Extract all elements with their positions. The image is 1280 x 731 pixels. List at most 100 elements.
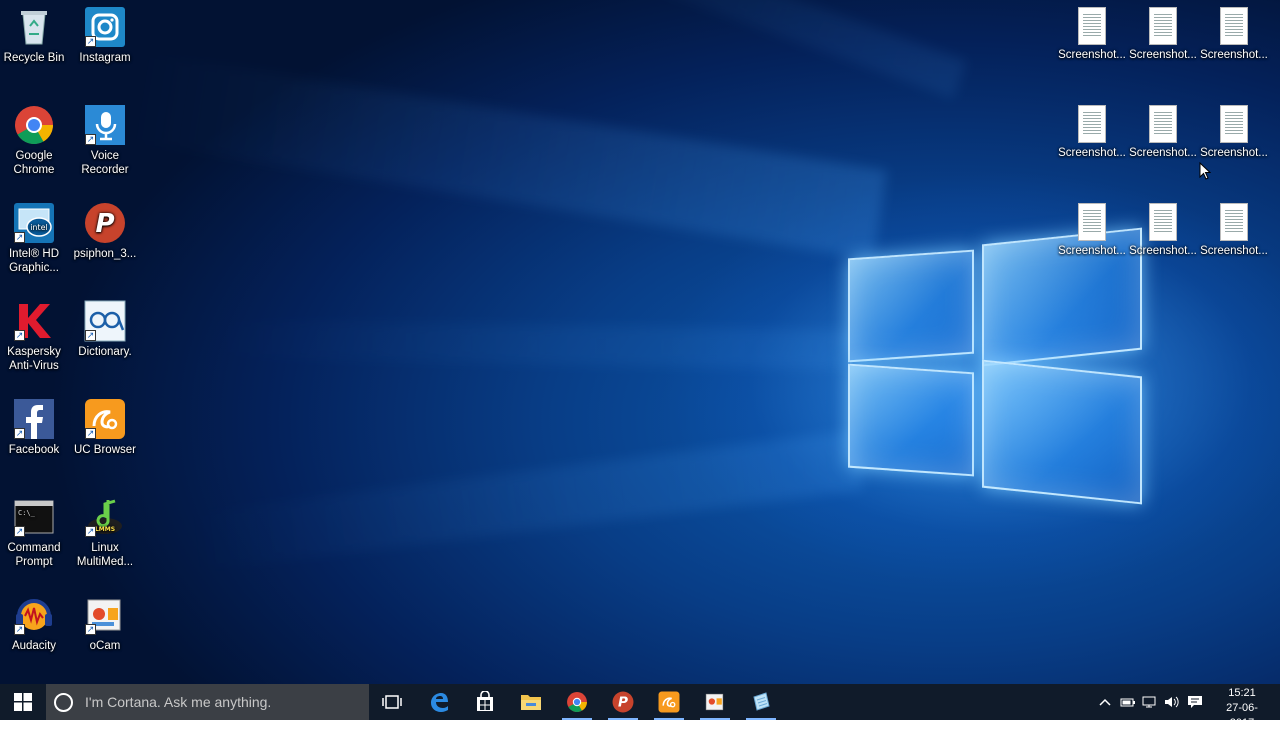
icon-label: Screenshot... bbox=[1200, 245, 1268, 257]
icon-label: Audacity bbox=[11, 640, 57, 652]
network-icon bbox=[1142, 696, 1156, 708]
tray-volume[interactable] bbox=[1162, 684, 1182, 720]
desktop-icon-audacity[interactable]: ↗ Audacity bbox=[0, 594, 69, 653]
taskbar-ocam[interactable] bbox=[692, 684, 738, 720]
svg-text:C:\_: C:\_ bbox=[18, 509, 36, 517]
desktop-icon-facebook[interactable]: ↗ Facebook bbox=[0, 398, 69, 457]
icon-label: Intel® HD Graphic... bbox=[8, 248, 59, 274]
image-file-icon bbox=[1079, 106, 1105, 142]
svg-text:P: P bbox=[618, 695, 628, 711]
windows-logo-pane bbox=[982, 359, 1142, 505]
voice-recorder-icon: ↗ bbox=[84, 104, 126, 146]
mouse-cursor-icon bbox=[1199, 162, 1211, 180]
taskbar-store[interactable] bbox=[462, 684, 508, 720]
desktop-icon-screenshot[interactable]: Screenshot... bbox=[1199, 102, 1269, 160]
desktop-icon-linux-multimedia[interactable]: LMMS ↗ Linux MultiMed... bbox=[70, 496, 140, 569]
uc-browser-icon: ↗ bbox=[84, 398, 126, 440]
desktop-icon-recycle-bin[interactable]: Recycle Bin bbox=[0, 6, 69, 65]
image-file-icon bbox=[1150, 204, 1176, 240]
tray-network[interactable] bbox=[1140, 684, 1160, 720]
icon-label: Screenshot... bbox=[1200, 49, 1268, 61]
desktop-icon-screenshot[interactable]: Screenshot... bbox=[1057, 102, 1127, 160]
windows-logo-pane bbox=[848, 249, 974, 363]
task-view-button[interactable] bbox=[369, 684, 415, 720]
taskbar-chrome[interactable] bbox=[554, 684, 600, 720]
taskbar-uc-browser[interactable] bbox=[646, 684, 692, 720]
instagram-icon: ↗ bbox=[84, 6, 126, 48]
clock-date: 27-06-2017 bbox=[1226, 702, 1258, 729]
intel-graphics-icon: intel ↗ bbox=[13, 202, 55, 244]
desktop-icon-google-chrome[interactable]: Google Chrome bbox=[0, 104, 69, 177]
image-file-icon bbox=[1150, 106, 1176, 142]
taskbar-clock[interactable]: 15:21 27-06-2017 bbox=[1214, 686, 1270, 731]
taskbar: P 15:21 27-06-2017 bbox=[0, 684, 1280, 729]
desktop-icon-intel-graphics[interactable]: intel ↗ Intel® HD Graphic... bbox=[0, 202, 69, 275]
icon-label: UC Browser bbox=[74, 444, 136, 456]
ocam-icon: ↗ bbox=[84, 594, 126, 636]
facebook-icon: ↗ bbox=[13, 398, 55, 440]
cortana-icon bbox=[54, 692, 73, 712]
desktop-icon-instagram[interactable]: ↗ Instagram bbox=[70, 6, 140, 65]
notification-icon bbox=[1188, 696, 1202, 708]
desktop-icon-psiphon[interactable]: P psiphon_3... bbox=[70, 202, 140, 261]
desktop-icon-screenshot[interactable]: Screenshot... bbox=[1199, 4, 1269, 62]
speaker-icon bbox=[1165, 696, 1179, 708]
svg-text:LMMS: LMMS bbox=[95, 526, 115, 533]
image-file-icon bbox=[1150, 8, 1176, 44]
taskbar-file-explorer[interactable] bbox=[508, 684, 554, 720]
edge-icon bbox=[431, 693, 448, 712]
psiphon-icon: P bbox=[612, 691, 634, 713]
desktop-icon-screenshot[interactable]: Screenshot... bbox=[1128, 4, 1198, 62]
chrome-icon bbox=[13, 104, 55, 146]
wallpaper-beam bbox=[199, 318, 861, 370]
icon-label: Instagram bbox=[79, 52, 131, 64]
icon-label: Screenshot... bbox=[1129, 147, 1197, 159]
chrome-icon bbox=[567, 692, 587, 712]
chevron-up-icon bbox=[1099, 698, 1111, 706]
svg-text:P: P bbox=[95, 209, 114, 239]
desktop-icon-screenshot[interactable]: Screenshot... bbox=[1128, 102, 1198, 160]
desktop-icon-voice-recorder[interactable]: ↗ Voice Recorder bbox=[70, 104, 140, 177]
desktop-icon-screenshot[interactable]: Screenshot... bbox=[1057, 200, 1127, 258]
wallpaper-beam bbox=[426, 0, 967, 99]
show-hidden-icons-button[interactable] bbox=[1096, 684, 1114, 720]
icon-label: Kaspersky Anti-Virus bbox=[7, 346, 61, 372]
cortana-search-input[interactable] bbox=[83, 693, 357, 711]
desktop-icon-screenshot[interactable]: Screenshot... bbox=[1128, 200, 1198, 258]
desktop-icon-uc-browser[interactable]: ↗ UC Browser bbox=[70, 398, 140, 457]
desktop[interactable]: Recycle Bin ↗ Instagram Google Chrome ↗ … bbox=[0, 0, 1280, 684]
cortana-search-box[interactable] bbox=[46, 684, 369, 720]
start-button[interactable] bbox=[0, 684, 46, 720]
image-file-icon bbox=[1221, 8, 1247, 44]
taskbar-psiphon[interactable]: P bbox=[600, 684, 646, 720]
desktop-icon-ocam[interactable]: ↗ oCam bbox=[70, 594, 140, 653]
wallpaper-beam bbox=[181, 430, 864, 573]
taskbar-notepad[interactable] bbox=[738, 684, 784, 720]
icon-label: Facebook bbox=[8, 444, 60, 456]
dictionary-icon: ↗ bbox=[84, 300, 126, 342]
store-icon bbox=[477, 691, 493, 711]
clock-time: 15:21 bbox=[1228, 687, 1256, 699]
image-file-icon bbox=[1221, 106, 1247, 142]
action-center-button[interactable] bbox=[1184, 684, 1206, 720]
kaspersky-icon: ↗ bbox=[13, 300, 55, 342]
task-view-icon bbox=[382, 695, 402, 709]
desktop-icon-dictionary[interactable]: ↗ Dictionary. bbox=[70, 300, 140, 359]
icon-label: Screenshot... bbox=[1058, 49, 1126, 61]
battery-plug-icon bbox=[1120, 698, 1135, 707]
file-explorer-icon bbox=[521, 695, 541, 710]
audacity-icon: ↗ bbox=[13, 594, 55, 636]
windows-start-icon bbox=[14, 693, 32, 711]
tray-battery[interactable] bbox=[1118, 684, 1138, 720]
uc-browser-icon bbox=[658, 691, 680, 713]
desktop-icon-command-prompt[interactable]: C:\_ ↗ Command Prompt bbox=[0, 496, 69, 569]
desktop-icon-screenshot[interactable]: Screenshot... bbox=[1057, 4, 1127, 62]
icon-label: psiphon_3... bbox=[73, 248, 137, 260]
icon-label: Command Prompt bbox=[7, 542, 61, 568]
psiphon-icon: P bbox=[84, 202, 126, 244]
icon-label: Linux MultiMed... bbox=[76, 542, 134, 568]
ocam-icon bbox=[705, 693, 724, 711]
taskbar-edge[interactable] bbox=[416, 684, 462, 720]
desktop-icon-kaspersky[interactable]: ↗ Kaspersky Anti-Virus bbox=[0, 300, 69, 373]
desktop-icon-screenshot[interactable]: Screenshot... bbox=[1199, 200, 1269, 258]
